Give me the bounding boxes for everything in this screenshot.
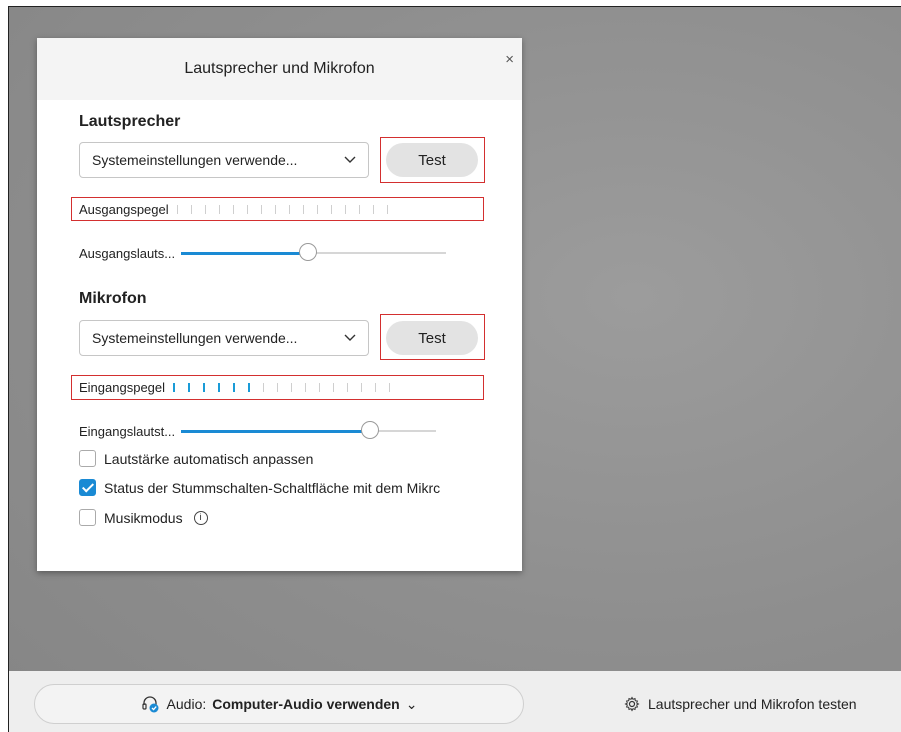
speaker-test-button[interactable]: Test	[386, 143, 478, 177]
output-level-meter: Ausgangspegel	[79, 199, 388, 219]
audio-prefix: Audio:	[166, 696, 207, 712]
output-volume-slider[interactable]	[181, 243, 447, 261]
output-level-tick	[232, 204, 234, 214]
gear-icon	[624, 696, 640, 712]
output-level-label: Ausgangspegel	[79, 201, 169, 217]
output-volume-fill	[181, 251, 309, 255]
output-level-tick	[218, 204, 220, 214]
audio-settings-dialog: Lautsprecher und Mikrofon × Lautsprecher…	[37, 38, 522, 571]
input-level-tick	[319, 382, 321, 392]
audio-value: Computer-Audio verwenden	[212, 696, 400, 712]
output-level-tick	[372, 204, 374, 214]
input-level-tick	[188, 382, 191, 392]
output-level-tick	[316, 204, 318, 214]
output-level-tick	[204, 204, 206, 214]
music-mode-checkbox[interactable]	[79, 509, 96, 526]
close-icon[interactable]: ×	[505, 52, 514, 67]
output-volume-slider-row: Ausgangslauts...	[79, 241, 447, 265]
input-level-tick	[347, 382, 349, 392]
input-level-tick	[375, 382, 377, 392]
auto-volume-checkbox[interactable]	[79, 450, 96, 467]
mic-device-value: Systemeinstellungen verwende...	[92, 330, 298, 346]
input-volume-label: Eingangslautst...	[79, 423, 176, 439]
info-icon[interactable]: i	[193, 510, 208, 525]
input-level-tick	[173, 382, 176, 392]
screen-frame: Lautsprecher und Mikrofon × Lautsprecher…	[8, 6, 901, 732]
audio-mode-button[interactable]: Audio: Computer-Audio verwenden ⌄	[34, 684, 524, 724]
output-volume-label: Ausgangslauts...	[79, 245, 176, 261]
input-level-tick	[389, 382, 391, 392]
output-level-tick	[330, 204, 332, 214]
input-level-tick	[218, 382, 221, 392]
chevron-down-icon: ⌄	[405, 695, 418, 712]
input-level-tick	[305, 382, 307, 392]
speaker-heading: Lautsprecher	[79, 113, 181, 130]
input-volume-slider[interactable]	[181, 421, 437, 439]
speaker-device-select[interactable]: Systemeinstellungen verwende...	[79, 142, 369, 178]
input-level-tick	[233, 382, 236, 392]
test-speaker-mic-link[interactable]: Lautsprecher und Mikrofon testen	[624, 684, 857, 724]
output-level-ticks	[176, 204, 388, 214]
input-level-tick	[203, 382, 206, 392]
test-link-label: Lautsprecher und Mikrofon testen	[648, 696, 857, 712]
output-level-tick	[344, 204, 346, 214]
mic-heading: Mikrofon	[79, 290, 147, 307]
input-level-label: Eingangspegel	[79, 379, 166, 395]
auto-volume-label: Lautstärke automatisch anpassen	[104, 450, 314, 467]
output-level-tick	[302, 204, 304, 214]
output-level-tick	[190, 204, 192, 214]
mute-sync-label: Status der Stummschalten-Schaltfläche mi…	[104, 479, 441, 496]
music-mode-option[interactable]: Musikmodus i	[79, 509, 489, 526]
speaker-device-value: Systemeinstellungen verwende...	[92, 152, 298, 168]
dialog-title: Lautsprecher und Mikrofon	[184, 60, 375, 77]
mute-sync-option[interactable]: Status der Stummschalten-Schaltfläche mi…	[79, 479, 486, 496]
output-level-tick	[288, 204, 290, 214]
input-level-tick	[361, 382, 363, 392]
output-level-tick	[274, 204, 276, 214]
output-level-tick	[358, 204, 360, 214]
input-level-tick	[291, 382, 293, 392]
music-mode-label: Musikmodus	[104, 509, 183, 526]
mic-device-select[interactable]: Systemeinstellungen verwende...	[79, 320, 369, 356]
input-level-tick	[277, 382, 279, 392]
input-volume-knob[interactable]	[360, 421, 379, 439]
input-level-meter: Eingangspegel	[79, 377, 391, 397]
bottom-toolbar: Audio: Computer-Audio verwenden ⌄ Lautsp…	[9, 671, 901, 732]
mic-test-button[interactable]: Test	[386, 321, 478, 355]
auto-volume-option[interactable]: Lautstärke automatisch anpassen	[79, 450, 489, 467]
headset-icon	[141, 696, 159, 713]
output-level-tick	[260, 204, 262, 214]
input-volume-slider-row: Eingangslautst...	[79, 419, 437, 443]
output-level-tick	[246, 204, 248, 214]
chevron-down-icon	[344, 334, 356, 341]
chevron-down-icon	[344, 156, 356, 163]
input-volume-fill	[181, 429, 370, 433]
input-level-tick	[263, 382, 265, 392]
output-volume-knob[interactable]	[299, 243, 318, 261]
mute-sync-checkbox[interactable]	[79, 479, 96, 496]
input-level-tick	[333, 382, 335, 392]
input-level-tick	[248, 382, 251, 392]
output-level-tick	[176, 204, 178, 214]
input-level-ticks	[173, 382, 391, 392]
dialog-header: Lautsprecher und Mikrofon ×	[37, 38, 522, 100]
output-level-tick	[386, 204, 388, 214]
